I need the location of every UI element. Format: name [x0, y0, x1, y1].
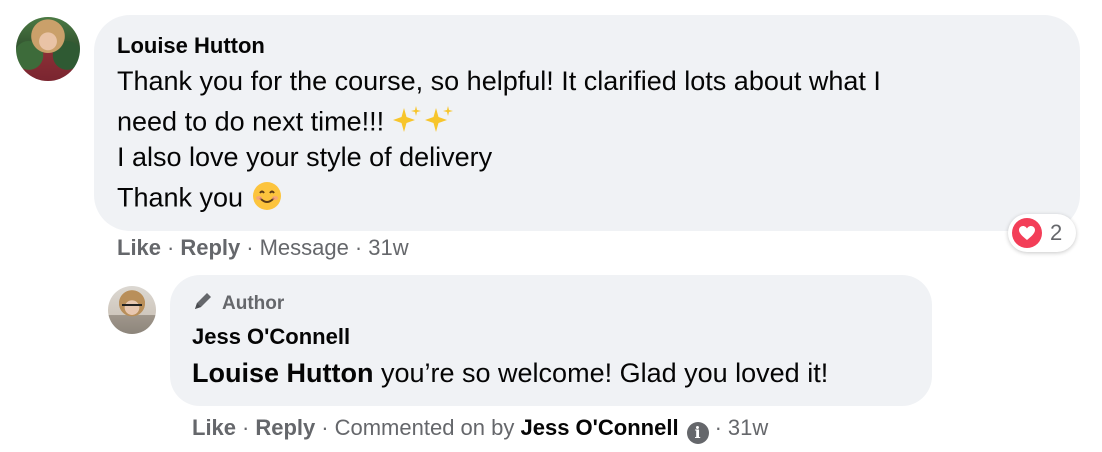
author-badge: Author — [192, 290, 284, 318]
message-link[interactable]: Message — [260, 235, 349, 260]
comment-text-line-2: need to do next time!!! — [117, 104, 458, 143]
comment-text-line-4-text: Thank you — [117, 182, 251, 213]
reply-text: Louise Hutton you’re so welcome! Glad yo… — [192, 358, 828, 389]
reply-text-body: you’re so welcome! Glad you loved it! — [373, 358, 829, 388]
comment-text-line-1: Thank you for the course, so helpful! It… — [117, 66, 881, 96]
comment-text-line-4: Thank you — [117, 180, 283, 219]
reply-actions: Like · Reply · Commented on by Jess O'Connel… — [192, 415, 769, 444]
author-pen-icon — [192, 290, 214, 318]
reply-mention[interactable]: Louise Hutton — [192, 358, 373, 388]
smiling-face-emoji-icon — [251, 180, 283, 219]
comment-text-line-3: I also love your style of delivery — [117, 142, 493, 172]
commented-by-name[interactable]: Jess O'Connell — [521, 415, 679, 440]
comment-text-line-2-text: need to do next time!!! — [117, 106, 392, 137]
info-icon[interactable]: i — [686, 422, 709, 444]
reply-reply-link[interactable]: Reply — [255, 415, 315, 440]
reply-author-name[interactable]: Jess O'Connell — [192, 324, 350, 350]
reply-timestamp[interactable]: 31w — [728, 415, 768, 440]
comment-timestamp[interactable]: 31w — [368, 235, 408, 260]
comment-actions: Like · Reply · Message · 31w — [117, 235, 409, 260]
commented-on-by-label: Commented on by — [334, 415, 515, 440]
commenter-avatar[interactable] — [16, 17, 80, 81]
sparkles-emoji-icon — [392, 104, 458, 143]
heart-reaction-icon — [1012, 218, 1042, 248]
reply-author-avatar[interactable] — [108, 286, 156, 334]
reply-link[interactable]: Reply — [180, 235, 240, 260]
reply-like-link[interactable]: Like — [192, 415, 236, 440]
like-link[interactable]: Like — [117, 235, 161, 260]
comment-author-name[interactable]: Louise Hutton — [117, 33, 265, 59]
glasses-detail — [122, 304, 142, 313]
reaction-summary[interactable]: 2 — [1008, 214, 1076, 252]
author-badge-label: Author — [222, 293, 285, 314]
reaction-count: 2 — [1050, 220, 1063, 245]
